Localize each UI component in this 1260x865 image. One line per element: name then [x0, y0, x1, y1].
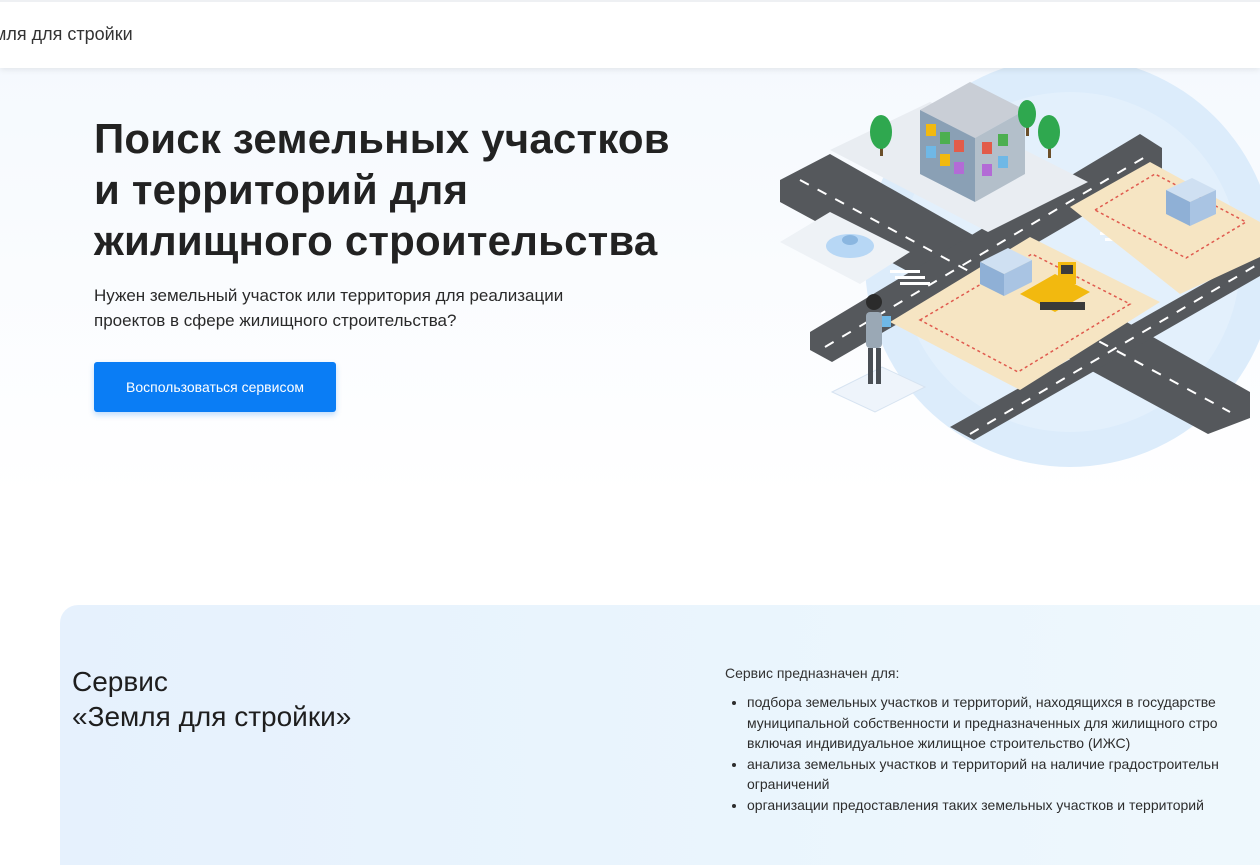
hero-subtitle: Нужен земельный участок или территория д… [94, 283, 654, 333]
brand-logo-text[interactable]: мля для стройки [0, 24, 133, 45]
list-item-line: включая индивидуальное жилищное строител… [747, 735, 1131, 751]
list-item: подбора земельных участков и территорий,… [747, 692, 1260, 754]
service-title: Сервис «Земля для стройки» [72, 664, 351, 734]
service-title-line: Сервис [72, 666, 168, 697]
hero-subtitle-line: проектов в сфере жилищного строительства… [94, 311, 457, 330]
list-item-line: организации предоставления таких земельн… [747, 796, 1204, 813]
list-item-line: муниципальной собственности и предназнач… [747, 714, 1218, 731]
hero-title-line: и территорий для [94, 166, 469, 213]
hero-subtitle-line: Нужен земельный участок или территория д… [94, 286, 564, 305]
hero-title: Поиск земельных участков и территорий дл… [94, 113, 734, 266]
list-item-line: анализа земельных участков и территорий … [747, 755, 1219, 772]
hero-title-line: Поиск земельных участков [94, 115, 670, 162]
top-header: мля для стройки [0, 0, 1260, 68]
list-item-line: ограничений [747, 776, 830, 792]
housing-construction-illustration [780, 62, 1260, 467]
list-item-line: подбора земельных участков и территорий,… [747, 694, 1216, 710]
hero-title-line: жилищного строительства [94, 217, 658, 264]
service-title-line: «Земля для стройки» [72, 701, 352, 732]
list-item: организации предоставления таких земельн… [747, 795, 1260, 816]
purpose-intro: Сервис предназначен для: [725, 665, 900, 681]
list-item: анализа земельных участков и территорий … [747, 754, 1260, 795]
purpose-list: подбора земельных участков и территорий,… [725, 692, 1260, 815]
use-service-button[interactable]: Воспользоваться сервисом [94, 362, 336, 412]
